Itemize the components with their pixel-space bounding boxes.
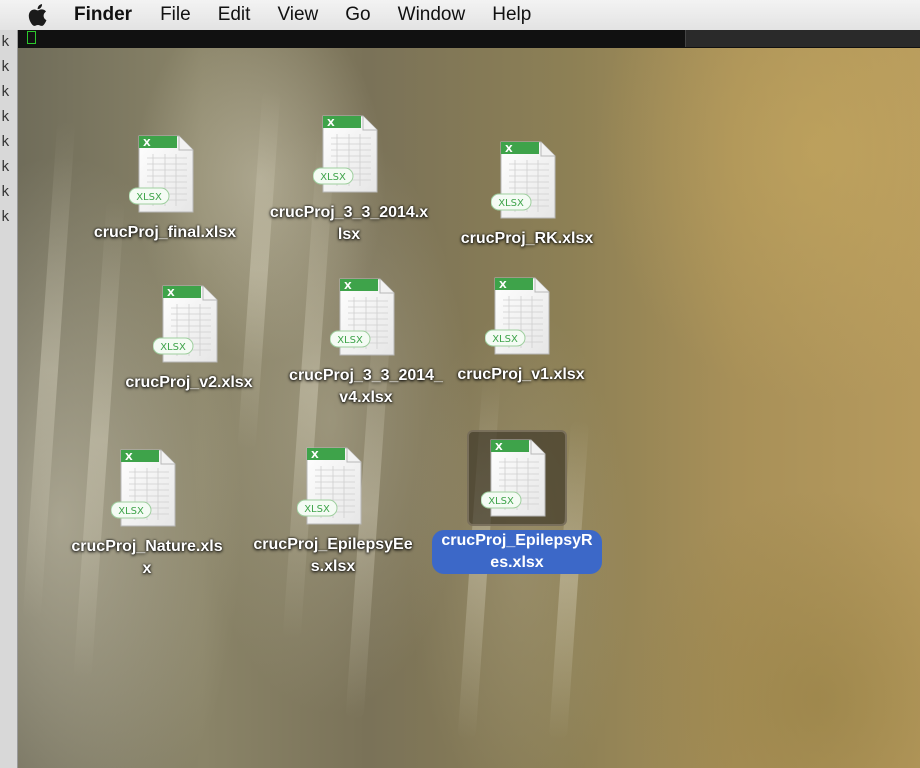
xlsx-file-icon: X XLSX xyxy=(491,138,563,222)
terminal-text: k xyxy=(1,109,10,125)
file-name-label: crucProj_Nature.xlsx xyxy=(71,538,223,577)
menu-help[interactable]: Help xyxy=(492,0,531,30)
svg-text:X: X xyxy=(499,280,507,291)
xlsx-file-icon: X XLSX xyxy=(330,275,402,359)
svg-text:XLSX: XLSX xyxy=(304,504,330,515)
terminal-text: k xyxy=(1,59,10,75)
svg-text:XLSX: XLSX xyxy=(337,335,363,346)
menu-window[interactable]: Window xyxy=(398,0,466,30)
apple-logo-icon[interactable] xyxy=(24,0,54,30)
xlsx-file-icon: X XLSX xyxy=(481,436,553,520)
svg-text:X: X xyxy=(125,452,133,463)
terminal-text: k xyxy=(1,134,10,150)
terminal-text: k xyxy=(1,34,10,50)
menu-edit[interactable]: Edit xyxy=(218,0,251,30)
svg-text:X: X xyxy=(167,288,175,299)
file-name-label: crucProj_v1.xlsx xyxy=(457,366,585,383)
terminal-text: k xyxy=(1,184,10,200)
desktop-file-item[interactable]: X XLSX crucProj_v1.xlsx xyxy=(436,274,606,386)
terminal-side-panel xyxy=(685,30,920,47)
desktop-file-item-selected[interactable]: X XLSX crucProj_EpilepsyRes.xlsx xyxy=(432,430,602,574)
terminal-window-strip[interactable] xyxy=(17,30,920,48)
terminal-cursor xyxy=(27,31,36,44)
xlsx-file-icon: X XLSX xyxy=(485,274,557,358)
xlsx-file-icon: X XLSX xyxy=(297,444,369,528)
xlsx-file-icon: X XLSX xyxy=(153,282,225,366)
terminal-text: k xyxy=(1,209,10,225)
terminal-text: k xyxy=(1,84,10,100)
desktop-file-item[interactable]: X XLSX crucProj_3_3_2014_v4.xlsx xyxy=(281,275,451,409)
svg-text:XLSX: XLSX xyxy=(136,192,162,203)
desktop-file-item[interactable]: X XLSX crucProj_RK.xlsx xyxy=(442,138,612,250)
svg-text:X: X xyxy=(311,450,319,461)
file-name-label: crucProj_EpilepsyEes.xlsx xyxy=(253,536,413,575)
desktop-file-item[interactable]: X XLSX crucProj_EpilepsyEes.xlsx xyxy=(248,444,418,578)
menu-go[interactable]: Go xyxy=(345,0,370,30)
terminal-window-edge[interactable]: k k k k k k k k xyxy=(0,30,18,768)
svg-text:X: X xyxy=(143,138,151,149)
terminal-text: k xyxy=(1,159,10,175)
file-name-label: crucProj_final.xlsx xyxy=(93,224,237,241)
file-name-label: crucProj_EpilepsyRes.xlsx xyxy=(432,530,602,574)
menu-bar: Finder File Edit View Go Window Help xyxy=(0,0,920,31)
svg-text:X: X xyxy=(505,144,513,155)
xlsx-file-icon: X XLSX xyxy=(111,446,183,530)
desktop-screen: Finder File Edit View Go Window Help k k… xyxy=(0,0,920,768)
menu-file[interactable]: File xyxy=(160,0,191,30)
svg-text:XLSX: XLSX xyxy=(160,342,186,353)
desktop-file-item[interactable]: X XLSX crucProj_Nature.xlsx xyxy=(62,446,232,580)
svg-text:XLSX: XLSX xyxy=(492,334,518,345)
menu-view[interactable]: View xyxy=(277,0,318,30)
file-name-label: crucProj_3_3_2014.xlsx xyxy=(269,204,429,243)
desktop-file-item[interactable]: X XLSX crucProj_final.xlsx xyxy=(80,132,250,244)
file-name-label: crucProj_3_3_2014_v4.xlsx xyxy=(289,367,443,406)
selection-highlight: X XLSX xyxy=(467,430,567,526)
svg-text:XLSX: XLSX xyxy=(498,198,524,209)
desktop-file-item[interactable]: X XLSX crucProj_3_3_2014.xlsx xyxy=(264,112,434,246)
svg-text:XLSX: XLSX xyxy=(118,506,144,517)
menu-finder[interactable]: Finder xyxy=(74,0,132,30)
xlsx-file-icon: X XLSX xyxy=(313,112,385,196)
svg-text:XLSX: XLSX xyxy=(320,172,346,183)
svg-text:X: X xyxy=(344,281,352,292)
desktop-file-item[interactable]: X XLSX crucProj_v2.xlsx xyxy=(104,282,274,394)
svg-text:XLSX: XLSX xyxy=(488,496,514,507)
xlsx-file-icon: X XLSX xyxy=(129,132,201,216)
file-name-label: crucProj_RK.xlsx xyxy=(460,230,594,247)
svg-text:X: X xyxy=(327,118,335,129)
svg-text:X: X xyxy=(495,442,503,453)
file-name-label: crucProj_v2.xlsx xyxy=(125,374,253,391)
